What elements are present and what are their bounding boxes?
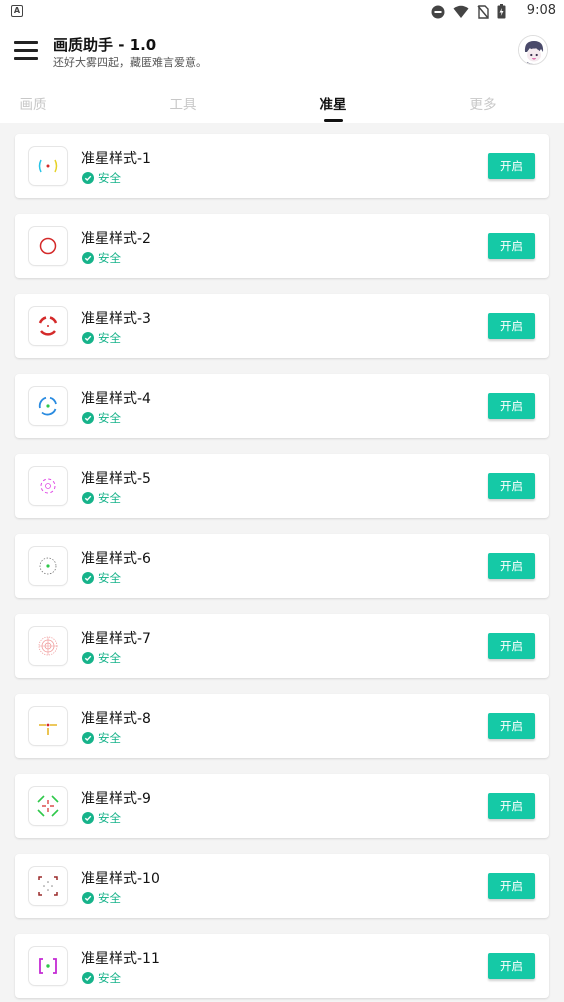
- safe-status: 安全: [82, 570, 121, 586]
- shield-check-icon: [82, 492, 94, 504]
- status-text: 安全: [98, 251, 121, 265]
- shield-check-icon: [82, 172, 94, 184]
- crosshair-style-7-icon: [29, 627, 67, 665]
- safe-status: 安全: [82, 330, 121, 346]
- list-item: 准星样式-3 安全 开启: [15, 294, 549, 358]
- safe-status: 安全: [82, 890, 121, 906]
- status-text: 安全: [98, 171, 121, 185]
- a-notification-icon: A: [11, 5, 23, 17]
- crosshair-style-5-icon: [29, 467, 67, 505]
- crosshair-style-2-icon: [29, 227, 67, 265]
- status-text: 安全: [98, 411, 121, 425]
- crosshair-style-11-icon: [29, 947, 67, 985]
- safe-status: 安全: [82, 730, 121, 746]
- crosshair-style-1-icon: [29, 147, 67, 185]
- safe-status: 安全: [82, 810, 121, 826]
- shield-check-icon: [82, 252, 94, 264]
- status-text: 安全: [98, 891, 121, 905]
- list-item: 准星样式-5 安全 开启: [15, 454, 549, 518]
- list-item: 准星样式-7 安全 开启: [15, 614, 549, 678]
- crosshair-style-4-icon: [29, 387, 67, 425]
- item-title: 准星样式-6: [81, 551, 151, 567]
- shield-check-icon: [82, 652, 94, 664]
- item-title: 准星样式-2: [81, 231, 151, 247]
- status-text: 安全: [98, 971, 121, 985]
- status-text: 安全: [98, 491, 121, 505]
- enable-button[interactable]: 开启: [488, 393, 535, 419]
- shield-check-icon: [82, 412, 94, 424]
- enable-button[interactable]: 开启: [488, 313, 535, 339]
- list-item: 准星样式-8 安全 开启: [15, 694, 549, 758]
- wifi-icon: [453, 5, 469, 18]
- shield-check-icon: [82, 332, 94, 344]
- list-item: 准星样式-4 安全 开启: [15, 374, 549, 438]
- shield-check-icon: [82, 892, 94, 904]
- app-title: 画质助手 - 1.0: [53, 36, 157, 54]
- avatar-anime-icon[interactable]: [518, 35, 548, 65]
- safe-status: 安全: [82, 250, 121, 266]
- status-bar: A 9:08: [0, 0, 564, 23]
- item-title: 准星样式-11: [81, 951, 160, 967]
- enable-button[interactable]: 开启: [488, 553, 535, 579]
- enable-button[interactable]: 开启: [488, 713, 535, 739]
- tab-tools[interactable]: 工具: [143, 93, 223, 113]
- item-title: 准星样式-7: [81, 631, 151, 647]
- item-title: 准星样式-8: [81, 711, 151, 727]
- item-title: 准星样式-5: [81, 471, 151, 487]
- safe-status: 安全: [82, 410, 121, 426]
- status-time: 9:08: [526, 3, 556, 18]
- tab-crosshair[interactable]: 准星: [293, 93, 373, 113]
- do-not-disturb-icon: [431, 5, 445, 18]
- item-title: 准星样式-1: [81, 151, 151, 167]
- shield-check-icon: [82, 732, 94, 744]
- status-text: 安全: [98, 731, 121, 745]
- crosshair-style-9-icon: [29, 787, 67, 825]
- app-subtitle: 还好大雾四起，藏匿难言爱意。: [53, 56, 207, 69]
- tab-bar: 画质 工具 准星 更多: [0, 91, 564, 123]
- list-item: 准星样式-9 安全 开启: [15, 774, 549, 838]
- no-sim-icon: [477, 4, 489, 19]
- item-title: 准星样式-4: [81, 391, 151, 407]
- enable-button[interactable]: 开启: [488, 633, 535, 659]
- item-title: 准星样式-10: [81, 871, 160, 887]
- safe-status: 安全: [82, 970, 121, 986]
- crosshair-style-8-icon: [29, 707, 67, 745]
- battery-charging-icon: [497, 4, 506, 19]
- item-title: 准星样式-3: [81, 311, 151, 327]
- crosshair-style-3-icon: [29, 307, 67, 345]
- enable-button[interactable]: 开启: [488, 473, 535, 499]
- list-item: 准星样式-1 安全 开启: [15, 134, 549, 198]
- tab-more[interactable]: 更多: [443, 93, 523, 113]
- hamburger-menu-icon[interactable]: [14, 39, 40, 63]
- safe-status: 安全: [82, 650, 121, 666]
- shield-check-icon: [82, 972, 94, 984]
- shield-check-icon: [82, 572, 94, 584]
- crosshair-style-10-icon: [29, 867, 67, 905]
- list-item: 准星样式-11 安全 开启: [15, 934, 549, 998]
- status-text: 安全: [98, 811, 121, 825]
- list-item: 准星样式-2 安全 开启: [15, 214, 549, 278]
- crosshair-style-6-icon: [29, 547, 67, 585]
- enable-button[interactable]: 开启: [488, 953, 535, 979]
- enable-button[interactable]: 开启: [488, 153, 535, 179]
- app-header: 画质助手 - 1.0 还好大雾四起，藏匿难言爱意。 画质 工具 准星 更多: [0, 23, 564, 123]
- item-title: 准星样式-9: [81, 791, 151, 807]
- safe-status: 安全: [82, 490, 121, 506]
- list-item: 准星样式-10 安全 开启: [15, 854, 549, 918]
- status-icons: [431, 4, 506, 19]
- active-tab-indicator: [324, 119, 343, 122]
- status-text: 安全: [98, 331, 121, 345]
- tab-quality[interactable]: 画质: [0, 93, 73, 113]
- list-item: 准星样式-6 安全 开启: [15, 534, 549, 598]
- enable-button[interactable]: 开启: [488, 233, 535, 259]
- status-text: 安全: [98, 571, 121, 585]
- status-text: 安全: [98, 651, 121, 665]
- enable-button[interactable]: 开启: [488, 793, 535, 819]
- enable-button[interactable]: 开启: [488, 873, 535, 899]
- safe-status: 安全: [82, 170, 121, 186]
- shield-check-icon: [82, 812, 94, 824]
